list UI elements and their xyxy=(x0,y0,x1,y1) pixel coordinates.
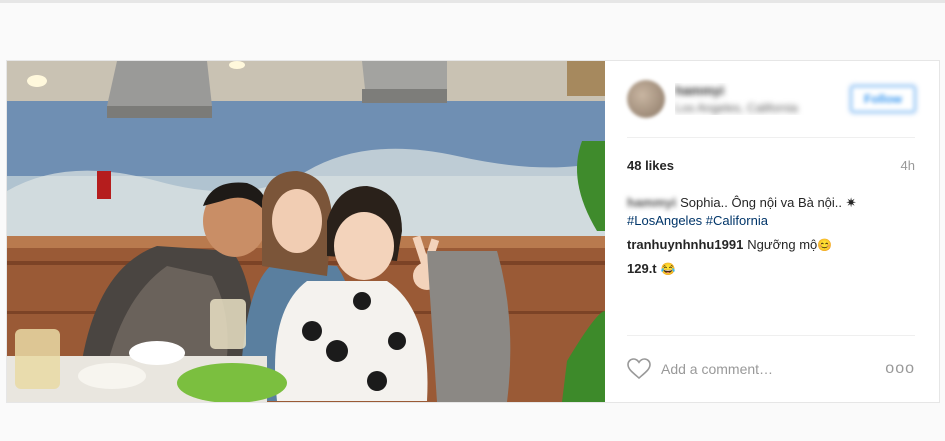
comment-list: hammyi Sophia.. Ông nội va Bà nội.. ✷ #Lo… xyxy=(627,194,915,278)
smile-emoji-icon: 😊 xyxy=(817,238,833,252)
caption-text: Sophia.. Ông nội va Bà nội.. ✷ xyxy=(680,195,857,210)
comment-item: 129.t 😂 xyxy=(627,260,915,278)
post-photo[interactable] xyxy=(7,61,605,402)
comment-item: tranhuynhnhu1991 Ngưỡng mộ😊 xyxy=(627,236,915,254)
post-sidebar: hammyi Los Angeles, California Follow 48… xyxy=(605,61,939,402)
avatar[interactable] xyxy=(627,80,665,118)
follow-button[interactable]: Follow xyxy=(851,86,915,112)
post-time[interactable]: 4h xyxy=(901,158,915,173)
comment-input[interactable] xyxy=(661,360,886,377)
post-meta: 48 likes 4h xyxy=(627,158,915,173)
username[interactable]: hammyi xyxy=(675,83,843,98)
post-footer: ooo xyxy=(627,335,915,401)
caption-username[interactable]: hammyi xyxy=(627,194,676,212)
likes-count[interactable]: 48 likes xyxy=(627,158,674,173)
location[interactable]: Los Angeles, California xyxy=(675,101,843,115)
comment-text-bold: 129.t xyxy=(627,261,657,276)
hashtag-california[interactable]: #California xyxy=(706,213,768,228)
post-card: hammyi Los Angeles, California Follow 48… xyxy=(6,60,940,403)
comment-text: Ngưỡng mộ xyxy=(747,237,818,252)
top-border xyxy=(0,0,945,3)
hashtag-losangeles[interactable]: #LosAngeles xyxy=(627,213,702,228)
user-block: hammyi Los Angeles, California xyxy=(675,83,843,115)
laugh-emoji-icon: 😂 xyxy=(660,262,676,276)
caption: hammyi Sophia.. Ông nội va Bà nội.. ✷ #Lo… xyxy=(627,194,915,230)
heart-icon[interactable] xyxy=(627,357,651,380)
more-options-icon[interactable]: ooo xyxy=(885,360,915,378)
post-header: hammyi Los Angeles, California Follow xyxy=(627,61,915,138)
comment-username[interactable]: tranhuynhnhu1991 xyxy=(627,237,743,252)
